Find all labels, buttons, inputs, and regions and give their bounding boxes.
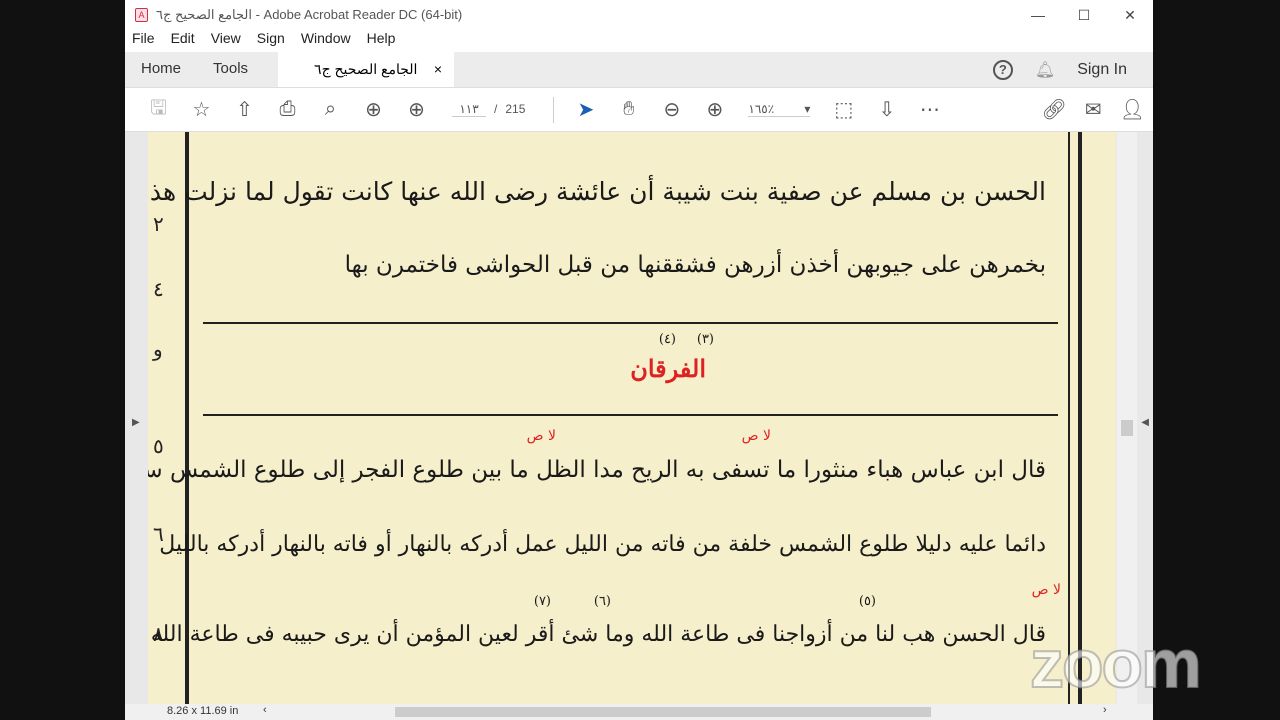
add-user-icon[interactable]: 👤︎	[1120, 97, 1145, 122]
menu-sign[interactable]: Sign	[257, 30, 285, 52]
divider	[203, 322, 1058, 324]
zoom-out-icon[interactable]: ⊖	[650, 97, 693, 122]
scroll-mode-icon[interactable]: ⇩	[865, 97, 908, 122]
zoom-level-dropdown[interactable]: ١٦٥٪ ▾	[748, 102, 811, 117]
footnote-ref: (٣)	[696, 332, 714, 347]
tab-document-label: الجامع الصحيح ج٦	[314, 61, 418, 77]
footnote-ref: (٥)	[858, 594, 876, 609]
footnote-ref: (٧)	[533, 594, 551, 609]
zoom-search-icon[interactable]: ⌕	[309, 98, 352, 121]
zoom-level: ١٦٥٪	[748, 102, 775, 116]
margin-number: ٤	[153, 277, 164, 301]
help-icon[interactable]: ?	[992, 60, 1013, 80]
tab-bar: Home Tools الجامع الصحيح ج٦ × ? 🔔︎ Sign …	[125, 52, 1153, 88]
more-icon[interactable]: ⋯	[908, 97, 951, 122]
save-icon[interactable]: 🖫	[137, 93, 180, 127]
tab-document[interactable]: الجامع الصحيح ج٦ ×	[278, 52, 455, 87]
footnote-ref: (٦)	[593, 594, 611, 609]
red-annotation: لا ص	[526, 428, 556, 444]
page-separator: /	[494, 102, 498, 116]
menu-window[interactable]: Window	[301, 30, 351, 52]
page-number-input[interactable]: ١١٣	[452, 102, 486, 117]
collapse-left-panel-icon[interactable]: ▶	[132, 417, 140, 428]
scroll-left-icon[interactable]: ‹	[263, 704, 267, 716]
chevron-down-icon: ▾	[804, 102, 811, 116]
horizontal-scrollbar[interactable]	[395, 707, 931, 717]
menu-view[interactable]: View	[211, 30, 241, 52]
menu-edit[interactable]: Edit	[171, 30, 195, 52]
bell-icon[interactable]: 🔔︎	[1035, 60, 1055, 80]
margin-number: ٥	[153, 434, 164, 458]
maximize-button[interactable]: ☐	[1061, 0, 1107, 30]
print-icon[interactable]: ⎙	[266, 98, 309, 121]
footnote-ref: (٤)	[658, 332, 676, 347]
vertical-scrollbar[interactable]	[1117, 132, 1137, 704]
scroll-right-icon[interactable]: ›	[1103, 704, 1107, 716]
title-bar: A الجامع الصحيح ج٦ - Adobe Acrobat Reade…	[125, 0, 1153, 30]
fit-page-icon[interactable]: ⬚	[822, 97, 865, 122]
red-annotation: لا ص	[1031, 582, 1061, 598]
menu-file[interactable]: File	[132, 30, 155, 52]
pdf-page: ٢ ٤ و ٥ ٦ ٨ الحسن بن مسلم عن صفية بنت شي…	[148, 132, 1116, 704]
toolbar: 🖫 ☆ ⇧ ⎙ ⌕ ⊕ ⊕ ١١٣ / 215 ➤ ✋︎ ⊖ ⊕ ١٦٥٪ ▾ …	[125, 88, 1153, 132]
total-pages: 215	[505, 102, 526, 116]
share-link-icon[interactable]: 🔗︎	[1041, 97, 1066, 122]
select-cursor-icon[interactable]: ➤	[564, 97, 607, 122]
text-line: بخمرهن على جيوبهن أخذن أزرهن فشققنها من …	[344, 252, 1046, 278]
document-viewer: ٢ ٤ و ٥ ٦ ٨ الحسن بن مسلم عن صفية بنت شي…	[125, 132, 1153, 704]
minimize-button[interactable]: —	[1015, 0, 1061, 30]
acrobat-icon: A	[135, 8, 148, 22]
page-border-right-outer	[1078, 132, 1082, 704]
toolbar-divider	[553, 96, 555, 123]
email-icon[interactable]: ✉	[1085, 97, 1102, 122]
page-border-left	[185, 132, 189, 704]
text-line: قال ابن عباس هباء منثورا ما تسفى به الري…	[148, 457, 1046, 483]
star-icon[interactable]: ☆	[180, 97, 223, 122]
upload-cloud-icon[interactable]: ⇧	[223, 97, 266, 122]
collapse-right-panel-icon[interactable]: ◀	[1141, 417, 1149, 428]
acrobat-window: A الجامع الصحيح ج٦ - Adobe Acrobat Reade…	[125, 0, 1153, 720]
next-page-icon[interactable]: ⊕	[395, 97, 438, 122]
text-line: قال الحسن هب لنا من أزواجنا فى طاعة الله…	[148, 622, 1046, 647]
text-line: الحسن بن مسلم عن صفية بنت شيبة أن عائشة …	[148, 177, 1046, 206]
sign-in-button[interactable]: Sign In	[1077, 61, 1127, 79]
divider	[203, 414, 1058, 416]
zoom-in-icon[interactable]: ⊕	[693, 97, 736, 122]
tab-close-icon[interactable]: ×	[434, 52, 442, 87]
window-title: الجامع الصحيح ج٦ - Adobe Acrobat Reader …	[156, 7, 463, 22]
page-size: 8.26 x 11.69 in	[167, 705, 239, 717]
status-bar: 8.26 x 11.69 in ‹ ›	[125, 704, 1153, 720]
close-button[interactable]: ✕	[1107, 0, 1153, 30]
margin-number: و	[153, 337, 163, 361]
zoom-watermark-logo: zoom	[1029, 625, 1203, 703]
menu-help[interactable]: Help	[367, 30, 396, 52]
menu-bar: File Edit View Sign Window Help	[125, 30, 1153, 52]
red-annotation: لا ص	[741, 428, 771, 444]
surah-heading: الفرقان	[630, 354, 706, 383]
tab-home[interactable]: Home	[125, 52, 197, 87]
text-line: دائما عليه دليلا طلوع الشمس خلفة من فاته…	[159, 532, 1046, 557]
page-border-right	[1068, 132, 1070, 704]
previous-page-icon[interactable]: ⊕	[352, 97, 395, 122]
hand-tool-icon[interactable]: ✋︎	[607, 98, 650, 121]
tab-tools[interactable]: Tools	[197, 52, 264, 87]
margin-number: ٢	[153, 212, 164, 236]
